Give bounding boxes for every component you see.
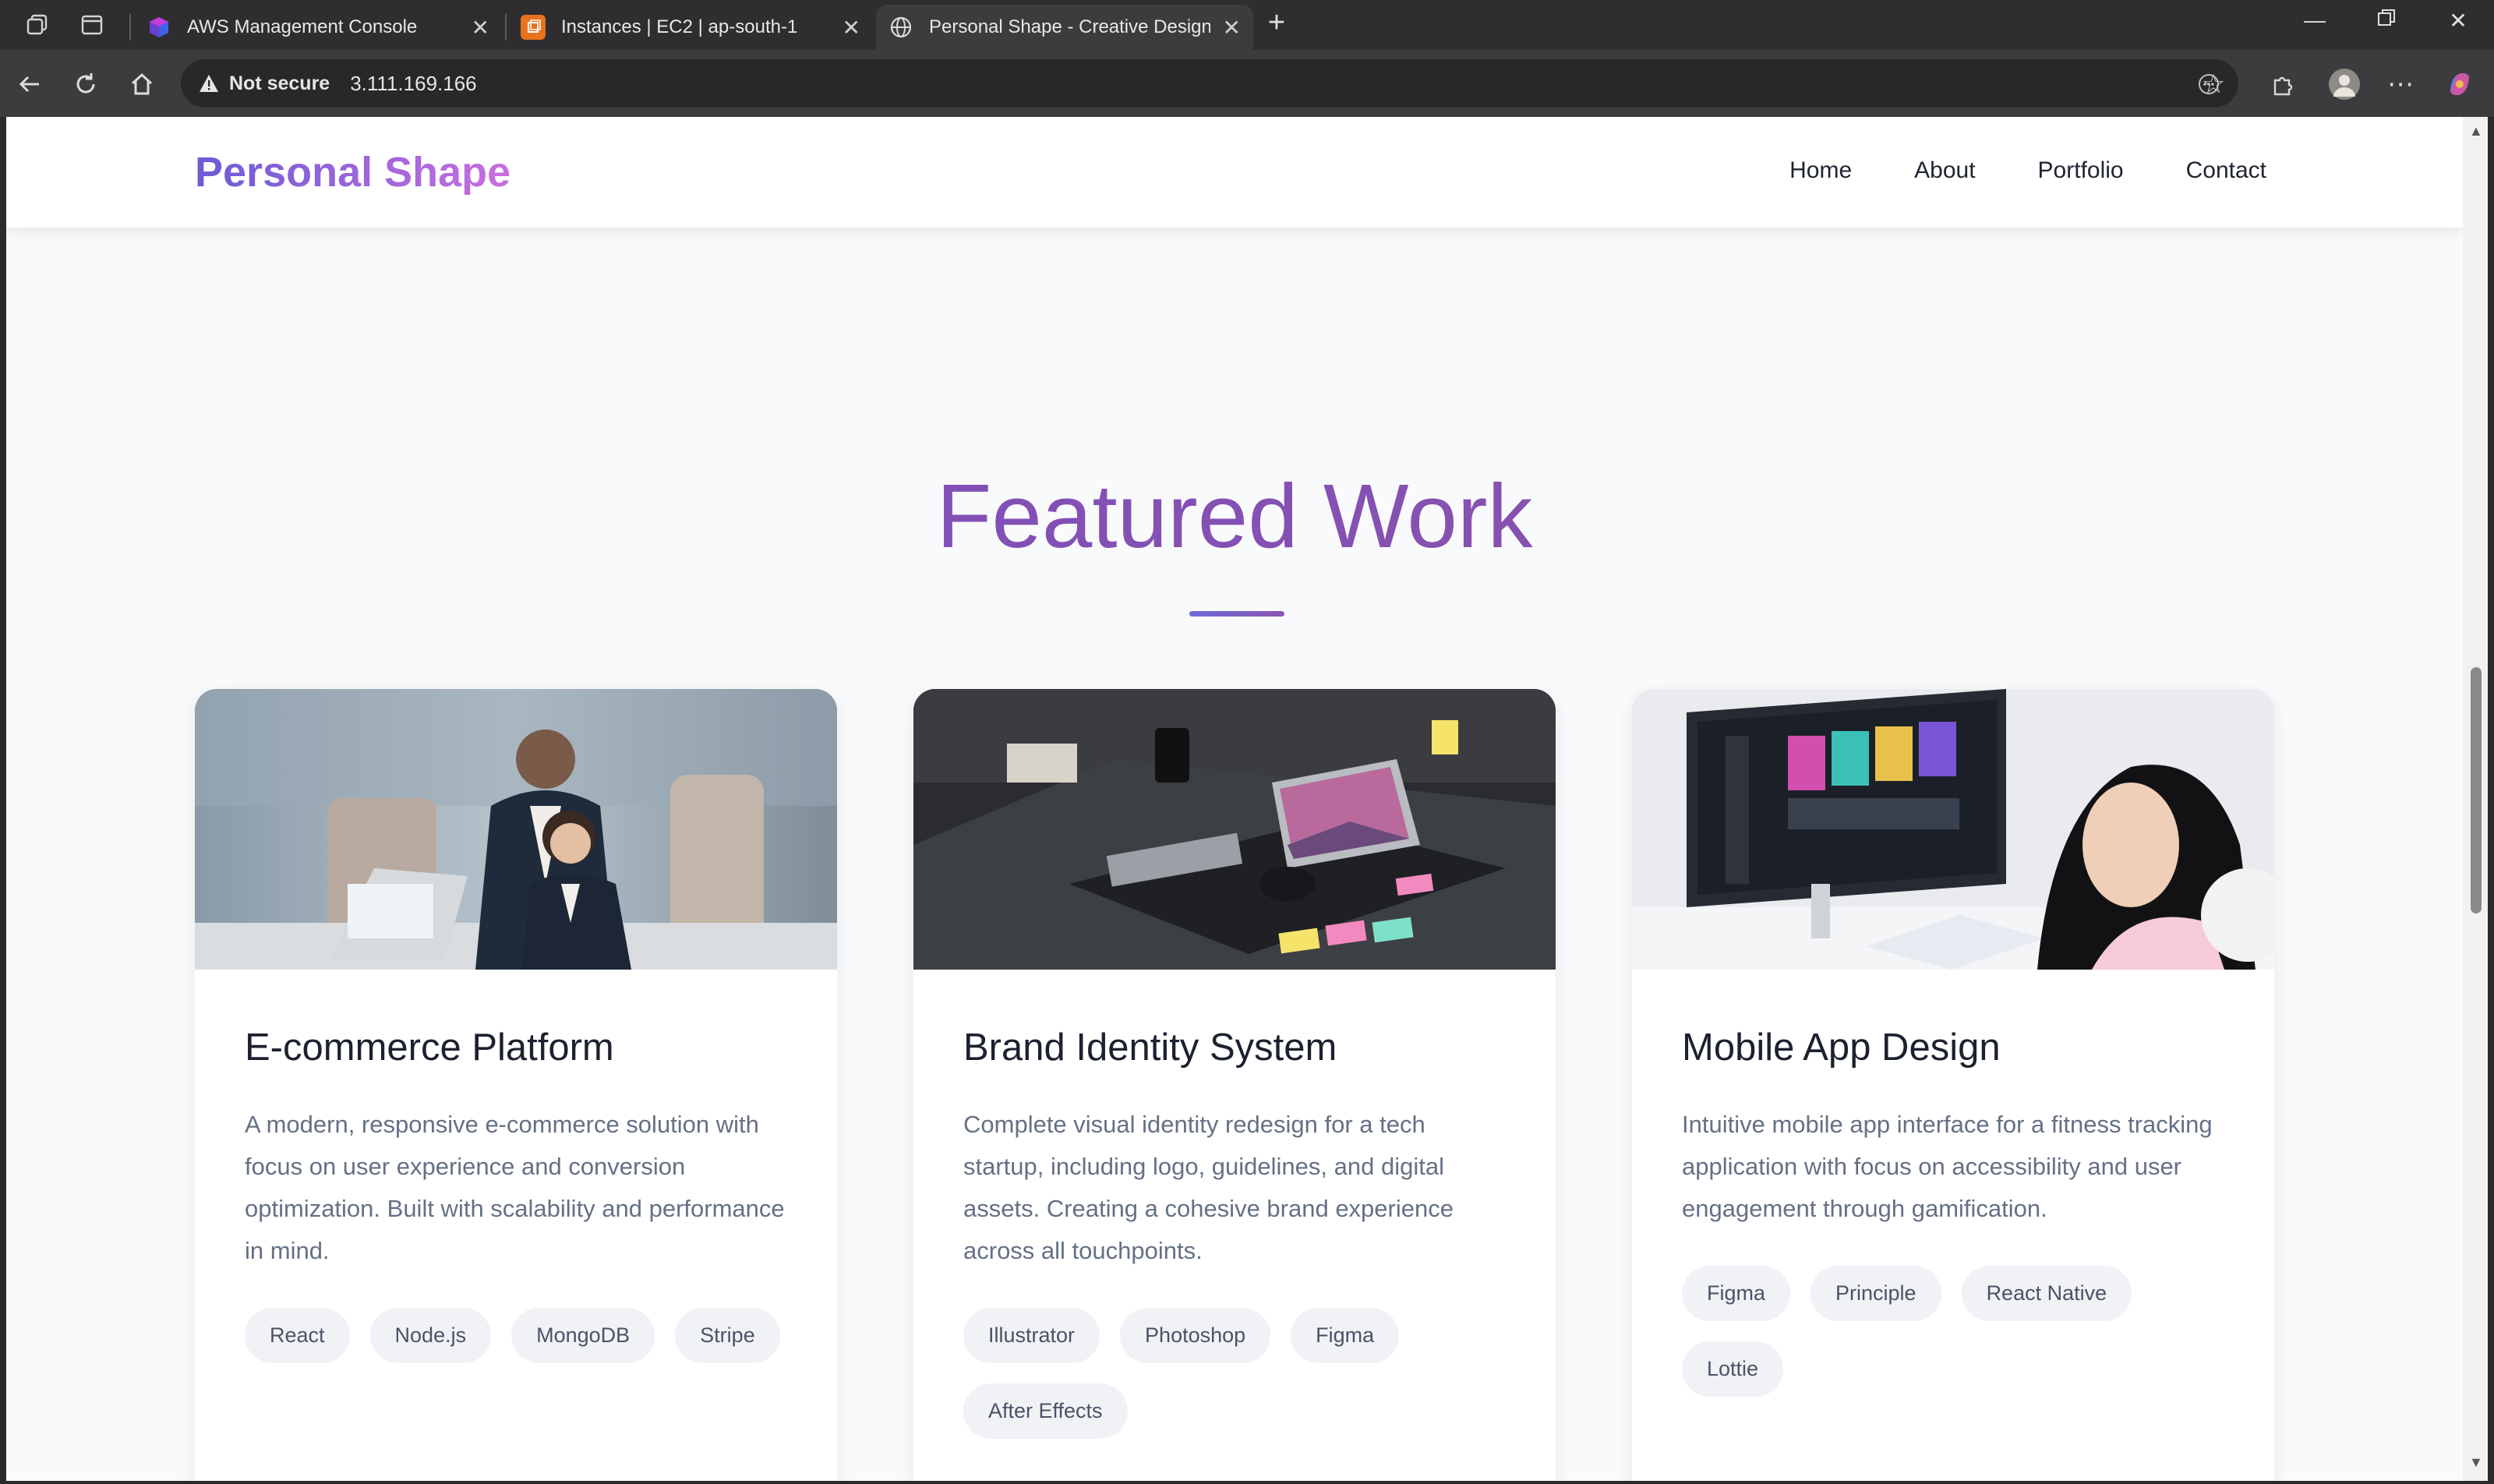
nav-about[interactable]: About <box>1914 157 1975 184</box>
page-scrollbar[interactable]: ▲ ▼ <box>2463 117 2488 1481</box>
workspaces-icon[interactable] <box>22 9 53 41</box>
warning-triangle-icon[interactable] <box>198 72 220 94</box>
site-logo[interactable]: Personal Shape <box>195 148 510 196</box>
tab-ec2-instances[interactable]: Instances | EC2 | ap-south-1 ✕ <box>508 5 873 50</box>
project-image <box>195 689 837 970</box>
browser-tab-bar: AWS Management Console ✕ Instances | EC2… <box>0 0 2494 50</box>
back-icon[interactable] <box>12 67 47 101</box>
tab-title: Instances | EC2 | ap-south-1 <box>561 16 798 37</box>
project-description: Intuitive mobile app interface for a fit… <box>1682 1111 2213 1222</box>
project-image <box>913 689 1556 970</box>
address-bar[interactable]: Not secure 3.111.169.166 <box>181 59 2238 108</box>
tag: MongoDB <box>511 1308 655 1363</box>
project-description: A modern, responsive e-commerce solution… <box>245 1111 785 1264</box>
globe-icon <box>888 15 913 40</box>
project-description: Complete visual identity redesign for a … <box>963 1111 1454 1264</box>
tag: Lottie <box>1682 1341 1784 1397</box>
project-title: E-commerce Platform <box>245 1026 614 1069</box>
project-card-ecommerce[interactable]: E-commerce Platform A modern, responsive… <box>195 689 837 1481</box>
project-card-mobile-app[interactable]: Mobile App Design Intuitive mobile app i… <box>1632 689 2274 1481</box>
page-viewport: Personal Shape Home About Portfolio Cont… <box>6 117 2463 1481</box>
main-nav: Home About Portfolio Contact <box>1789 157 2266 184</box>
new-tab-button[interactable]: + <box>1253 6 1300 40</box>
project-title: Mobile App Design <box>1682 1026 2001 1069</box>
nav-portfolio[interactable]: Portfolio <box>2038 157 2124 184</box>
project-title: Brand Identity System <box>963 1026 1337 1069</box>
tab-title: AWS Management Console <box>187 16 418 37</box>
close-tab-icon[interactable]: ✕ <box>843 15 860 41</box>
tag: Figma <box>1682 1266 1791 1321</box>
close-window-icon[interactable]: ✕ <box>2435 8 2482 34</box>
restore-icon[interactable] <box>2363 8 2410 34</box>
project-image <box>1632 689 2274 970</box>
tag: Stripe <box>675 1308 780 1363</box>
tag: Node.js <box>369 1308 492 1363</box>
browser-toolbar: Not secure 3.111.169.166 ☆ ⋯ <box>0 50 2494 117</box>
site-header: Personal Shape Home About Portfolio Cont… <box>6 117 2463 228</box>
tab-personal-shape[interactable]: Personal Shape - Creative Design ✕ <box>876 5 1253 50</box>
url-text[interactable]: 3.111.169.166 <box>350 72 476 96</box>
reload-icon[interactable] <box>69 67 103 101</box>
favorite-star-icon[interactable]: ☆ <box>2195 65 2232 103</box>
tag: React Native <box>1961 1266 2132 1321</box>
nav-contact[interactable]: Contact <box>2186 157 2266 184</box>
close-tab-icon[interactable]: ✕ <box>472 15 489 41</box>
tag: After Effects <box>963 1383 1128 1439</box>
aws-cube-icon <box>147 15 171 40</box>
tab-title: Personal Shape - Creative Design <box>929 16 1210 37</box>
close-tab-icon[interactable]: ✕ <box>1223 15 1241 41</box>
tab-aws-console[interactable]: AWS Management Console ✕ <box>134 5 502 50</box>
ec2-icon <box>521 15 546 40</box>
project-card-brand-identity[interactable]: Brand Identity System Complete visual id… <box>913 689 1556 1481</box>
vertical-tabs-icon[interactable] <box>76 9 108 41</box>
scroll-up-icon[interactable]: ▲ <box>2469 123 2483 140</box>
extensions-icon[interactable] <box>2263 65 2301 103</box>
more-menu-icon[interactable]: ⋯ <box>2382 65 2419 103</box>
tag: Photoshop <box>1120 1308 1271 1363</box>
profile-avatar[interactable] <box>2326 65 2363 103</box>
tag: Principle <box>1810 1266 1941 1321</box>
tag-list: React Node.js MongoDB Stripe <box>245 1308 787 1363</box>
home-icon[interactable] <box>125 67 159 101</box>
tag: React <box>245 1308 350 1363</box>
nav-home[interactable]: Home <box>1789 157 1852 184</box>
minimize-icon[interactable]: — <box>2291 8 2338 33</box>
scrollbar-thumb[interactable] <box>2471 667 2482 913</box>
tag: Figma <box>1291 1308 1400 1363</box>
section-title: Featured Work <box>6 464 2463 568</box>
tag: Illustrator <box>963 1308 1100 1363</box>
scroll-down-icon[interactable]: ▼ <box>2469 1454 2483 1471</box>
copilot-icon[interactable] <box>2441 65 2478 103</box>
tag-list: Figma Principle React Native Lottie <box>1682 1266 2224 1397</box>
tag-list: Illustrator Photoshop Figma After Effect… <box>963 1308 1506 1439</box>
security-status[interactable]: Not secure <box>229 72 330 95</box>
title-underline <box>1189 611 1284 617</box>
